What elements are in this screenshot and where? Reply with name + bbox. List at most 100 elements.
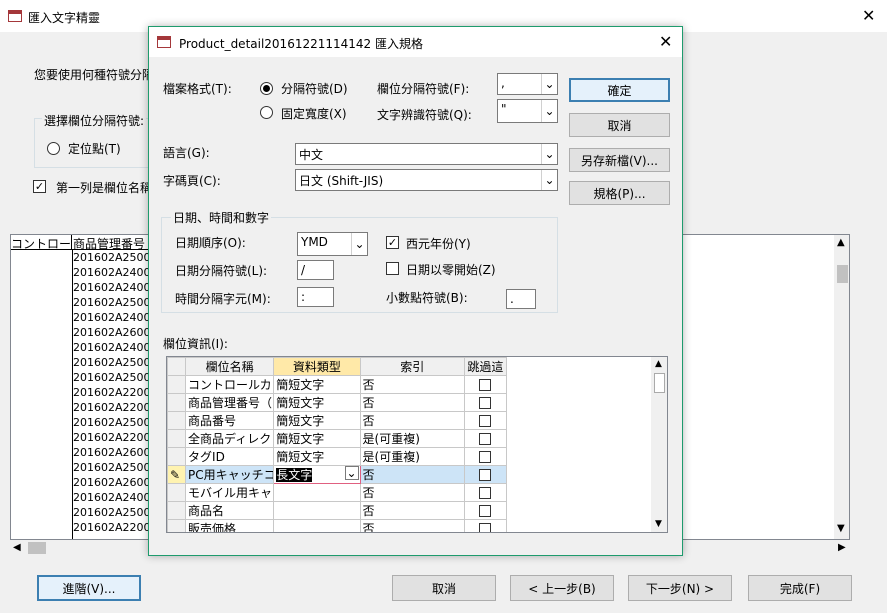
grid-row[interactable]: 商品名 否 — [167, 501, 508, 520]
tab-radio[interactable] — [47, 142, 60, 155]
date-order-combo[interactable]: YMD ⌄ — [297, 232, 368, 256]
scroll-down-icon[interactable]: ▼ — [655, 519, 662, 529]
grid-row[interactable]: 商品管理番号（ 簡短文字否 — [167, 393, 508, 412]
chevron-down-icon[interactable]: ⌄ — [351, 233, 367, 255]
skip-checkbox[interactable] — [479, 505, 492, 517]
field-delim-combo[interactable]: , ⌄ — [497, 73, 558, 95]
data-type-cell[interactable]: 簡短文字 — [273, 411, 361, 430]
scroll-right-icon[interactable]: ▶ — [838, 542, 846, 553]
data-type-cell[interactable] — [273, 483, 361, 502]
chevron-down-icon[interactable]: ⌄ — [541, 74, 557, 94]
col-header-type[interactable]: 資料類型 — [273, 357, 361, 376]
language-combo[interactable]: 中文 ⌄ — [295, 143, 558, 165]
row-selector[interactable] — [167, 375, 187, 394]
scroll-left-icon[interactable]: ◀ — [13, 542, 21, 553]
field-name-cell[interactable]: 販売価格 — [185, 519, 275, 532]
data-type-cell[interactable] — [273, 519, 361, 532]
index-cell[interactable]: 是(可重複) — [359, 429, 465, 448]
index-cell[interactable]: 否 — [359, 501, 465, 520]
grid-corner[interactable] — [167, 357, 187, 376]
chevron-down-icon[interactable]: ⌄ — [541, 144, 557, 164]
hscroll-thumb[interactable] — [28, 542, 46, 554]
text-qualifier-combo[interactable]: " ⌄ — [497, 99, 558, 123]
scroll-down-icon[interactable]: ▼ — [837, 523, 845, 534]
chevron-down-icon[interactable]: ⌄ — [344, 466, 359, 480]
row-selector[interactable] — [167, 519, 187, 532]
index-cell[interactable]: 否 — [359, 411, 465, 430]
col-header-index[interactable]: 索引 — [359, 357, 465, 376]
back-button[interactable]: < 上一步(B) — [510, 575, 614, 601]
skip-checkbox[interactable] — [479, 469, 492, 481]
field-name-cell[interactable]: PC用キャッチコ — [185, 465, 275, 484]
data-type-cell[interactable]: 簡短文字 — [273, 393, 361, 412]
decimal-input[interactable]: . — [506, 289, 536, 309]
col-header-name[interactable]: 欄位名稱 — [185, 357, 275, 376]
data-type-cell[interactable]: 長文字 ⌄ — [273, 465, 361, 484]
ok-button[interactable]: 確定 — [569, 78, 670, 102]
finish-button[interactable]: 完成(F) — [748, 575, 852, 601]
wizard-cancel-button[interactable]: 取消 — [392, 575, 496, 601]
grid-row[interactable]: コントロールカ 簡短文字否 — [167, 375, 508, 394]
delimited-radio[interactable] — [260, 82, 273, 95]
grid-scroll-thumb[interactable] — [654, 373, 665, 393]
dialog-close-icon[interactable]: ✕ — [659, 32, 672, 51]
data-type-cell[interactable]: 簡短文字 — [273, 447, 361, 466]
row-selector[interactable] — [167, 393, 187, 412]
index-cell[interactable]: 否 — [359, 483, 465, 502]
first-row-checkbox[interactable]: ✓ — [33, 180, 46, 193]
chevron-down-icon[interactable]: ⌄ — [541, 170, 557, 190]
field-name-cell[interactable]: 商品番号 — [185, 411, 275, 430]
skip-checkbox[interactable] — [479, 451, 492, 463]
date-delim-input[interactable]: / — [297, 260, 334, 280]
data-type-cell[interactable]: 簡短文字 — [273, 429, 361, 448]
row-selector[interactable] — [167, 411, 187, 430]
data-type-cell[interactable] — [273, 501, 361, 520]
leading-zeros-checkbox[interactable] — [386, 262, 399, 275]
specs-button[interactable]: 規格(P)... — [569, 181, 670, 205]
row-selector[interactable] — [167, 429, 187, 448]
four-digit-years-checkbox[interactable]: ✓ — [386, 236, 399, 249]
codepage-combo[interactable]: 日文 (Shift-JIS) ⌄ — [295, 169, 558, 191]
scroll-up-icon[interactable]: ▲ — [655, 359, 662, 369]
close-icon[interactable]: ✕ — [862, 6, 875, 25]
grid-row[interactable]: 販売価格 否 — [167, 519, 508, 532]
scroll-thumb[interactable] — [837, 265, 848, 283]
time-delim-input[interactable]: : — [297, 287, 334, 307]
field-name-cell[interactable]: コントロールカ — [185, 375, 275, 394]
row-selector[interactable] — [167, 447, 187, 466]
col-header-skip[interactable]: 跳過這 — [463, 357, 508, 376]
skip-checkbox[interactable] — [479, 523, 492, 532]
index-cell[interactable]: 是(可重複) — [359, 447, 465, 466]
chevron-down-icon[interactable]: ⌄ — [541, 100, 557, 122]
preview-vscroll[interactable]: ▲ ▼ — [834, 235, 849, 539]
row-selector[interactable] — [167, 483, 187, 502]
skip-checkbox[interactable] — [479, 415, 492, 427]
skip-checkbox[interactable] — [479, 433, 492, 445]
skip-checkbox[interactable] — [479, 487, 492, 499]
field-name-cell[interactable]: タグID — [185, 447, 275, 466]
grid-row[interactable]: タグID 簡短文字 是(可重複) — [167, 447, 508, 466]
index-cell[interactable]: 否 — [359, 375, 465, 394]
field-name-cell[interactable]: 商品名 — [185, 501, 275, 520]
field-name-cell[interactable]: 全商品ディレク — [185, 429, 275, 448]
grid-row[interactable]: ✎ PC用キャッチコ 長文字 ⌄ 否 — [167, 465, 508, 484]
pencil-icon[interactable]: ✎ — [167, 465, 187, 484]
next-button[interactable]: 下一步(N) > — [628, 575, 732, 601]
index-cell[interactable]: 否 — [359, 393, 465, 412]
grid-row[interactable]: 全商品ディレク 簡短文字 是(可重複) — [167, 429, 508, 448]
advanced-button[interactable]: 進階(V)... — [37, 575, 141, 601]
scroll-up-icon[interactable]: ▲ — [837, 237, 845, 248]
row-selector[interactable] — [167, 501, 187, 520]
fixed-width-radio[interactable] — [260, 106, 273, 119]
data-type-cell[interactable]: 簡短文字 — [273, 375, 361, 394]
skip-checkbox[interactable] — [479, 379, 492, 391]
save-as-button[interactable]: 另存新檔(V)... — [569, 148, 670, 172]
index-cell[interactable]: 否 — [359, 519, 465, 532]
field-name-cell[interactable]: モバイル用キャ — [185, 483, 275, 502]
index-cell[interactable]: 否 — [359, 465, 465, 484]
grid-vscroll[interactable]: ▲ ▼ — [651, 357, 667, 532]
grid-row[interactable]: 商品番号 簡短文字否 — [167, 411, 508, 430]
field-name-cell[interactable]: 商品管理番号（ — [185, 393, 275, 412]
grid-row[interactable]: モバイル用キャ 否 — [167, 483, 508, 502]
skip-checkbox[interactable] — [479, 397, 492, 409]
